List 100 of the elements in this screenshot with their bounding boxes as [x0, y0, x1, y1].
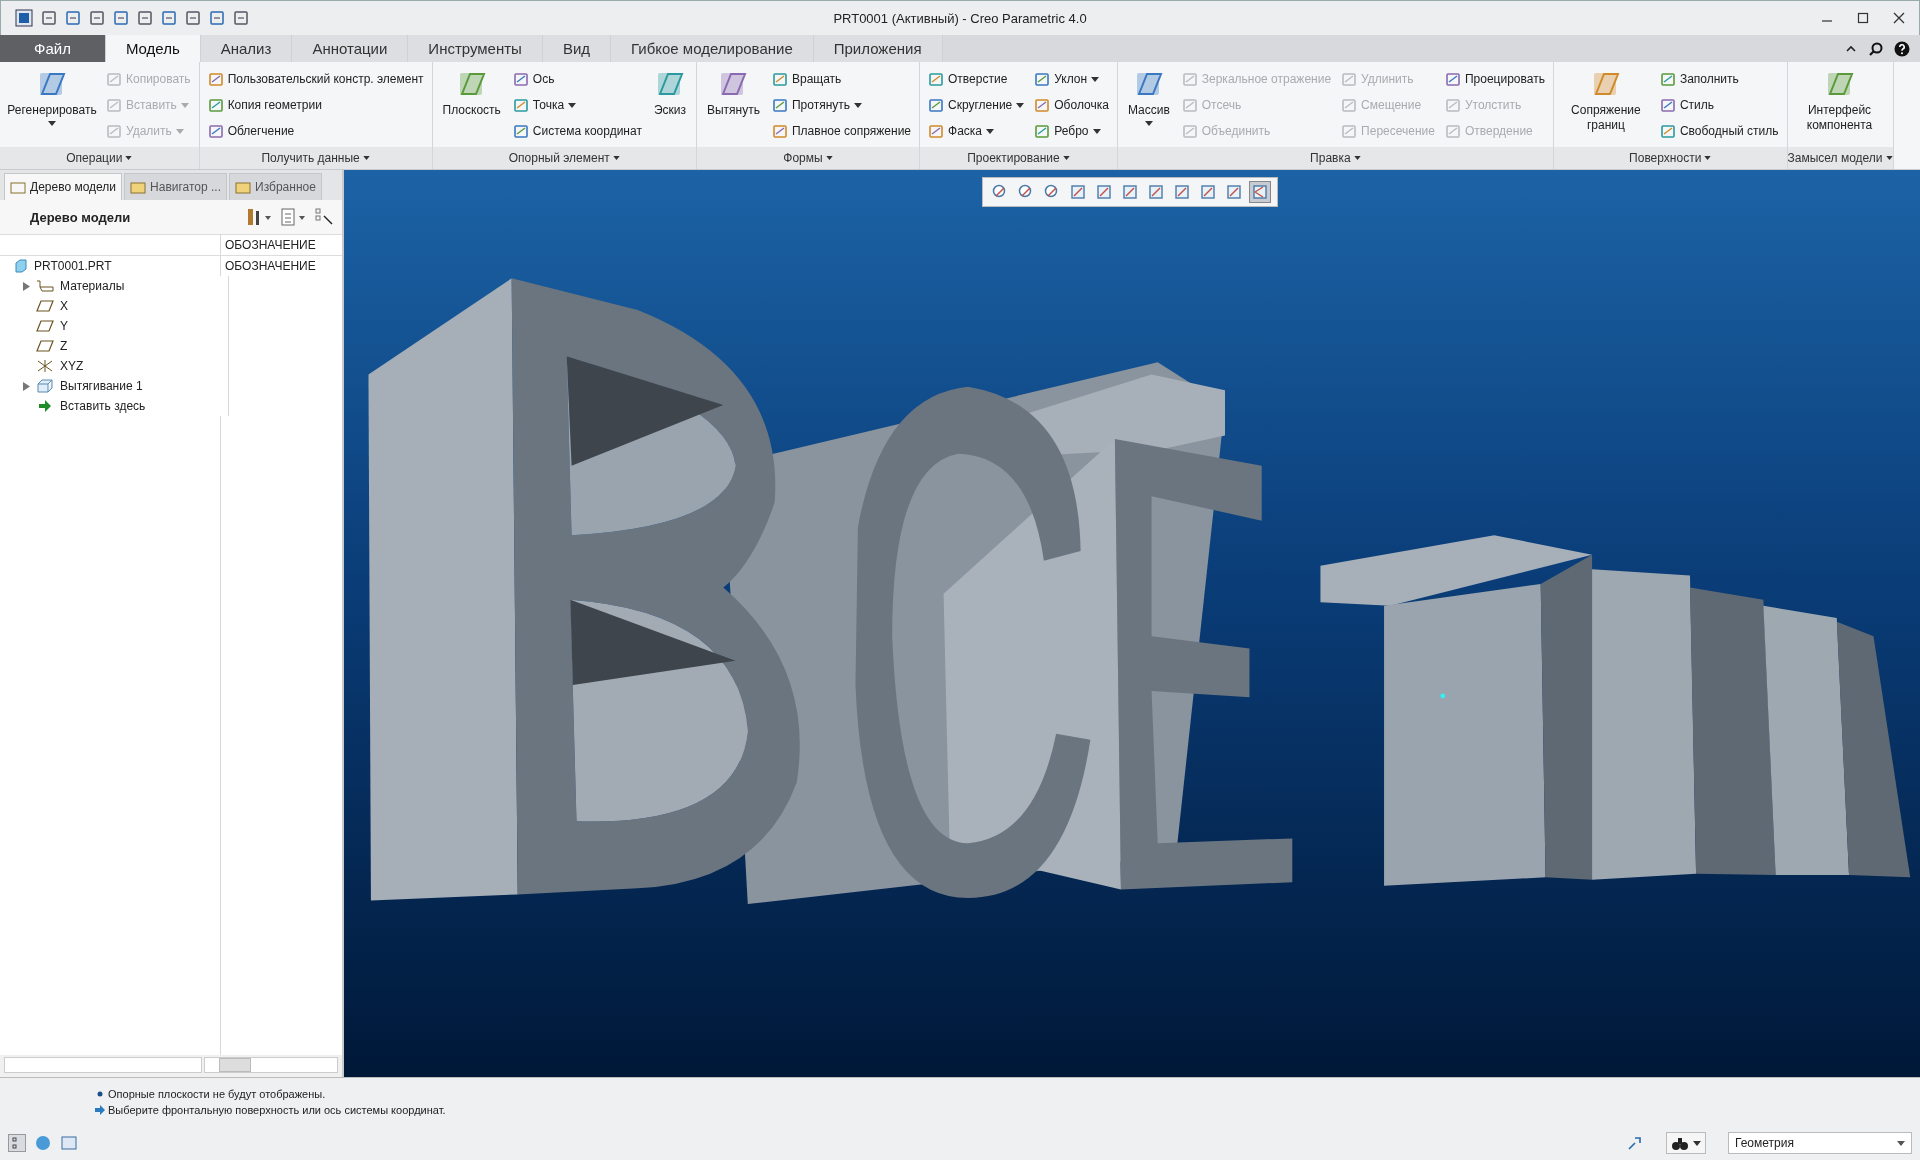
tree-item[interactable]: Y	[60, 319, 68, 333]
close-icon[interactable]	[1893, 12, 1905, 24]
tree-filter-icon[interactable]	[314, 208, 334, 226]
panel-tab[interactable]: Избранное	[229, 173, 322, 200]
caret-icon[interactable]	[1693, 1140, 1701, 1146]
ribbon-button[interactable]: Облегчение	[205, 118, 426, 144]
toolbar-icon[interactable]	[89, 10, 105, 26]
ribbon-tab[interactable]: Гибкое моделирование	[611, 35, 814, 62]
group-label[interactable]: Получить данные	[199, 147, 432, 169]
ribbon-tab[interactable]: Инструменты	[408, 35, 543, 62]
ribbon-button[interactable]: Плоскость	[438, 66, 505, 120]
caret-icon	[1144, 121, 1153, 126]
ribbon-tab[interactable]: Модель	[105, 35, 201, 62]
ribbon-button[interactable]: Интерфейс компонента	[1793, 66, 1886, 135]
binoculars-icon[interactable]	[1671, 1135, 1689, 1151]
tool-icon	[106, 123, 122, 139]
search-icon[interactable]	[1868, 40, 1884, 57]
ribbon-button[interactable]: Копия геометрии	[205, 92, 426, 118]
group-label[interactable]: Правка	[1117, 147, 1553, 169]
ribbon-button[interactable]: Массив	[1123, 66, 1174, 128]
tool-icon	[1444, 123, 1461, 139]
ribbon-tab[interactable]: Анализ	[200, 35, 293, 62]
tree-item[interactable]: Материалы	[60, 279, 125, 293]
ribbon-button[interactable]: Пользовательский констр. элемент	[205, 66, 426, 92]
ribbon-tab[interactable]: Приложения	[813, 35, 943, 62]
ribbon-button[interactable]: Скругление	[926, 92, 1027, 118]
caret-icon	[180, 102, 189, 108]
graphics-viewport[interactable]	[344, 170, 1920, 1077]
ribbon-tab[interactable]: Файл	[0, 35, 106, 62]
tool-icon	[771, 123, 788, 139]
tool-icon	[1034, 123, 1051, 139]
tree-item[interactable]: PRT0001.PRT	[34, 259, 112, 273]
group-label[interactable]: Проектирование	[920, 147, 1117, 169]
group-label[interactable]: Замысел модели	[1787, 147, 1893, 169]
group-label[interactable]: Формы	[696, 147, 919, 169]
tab-icon	[130, 179, 147, 195]
ribbon-button[interactable]: Свободный стиль	[1657, 118, 1781, 144]
toolbar-icon[interactable]	[113, 10, 129, 26]
scrollbar[interactable]	[204, 1057, 338, 1073]
tool-icon	[512, 123, 529, 139]
tree-toggle-icon[interactable]	[8, 1134, 26, 1152]
ribbon-button[interactable]: Оболочка	[1032, 92, 1111, 118]
maximize-icon[interactable]	[1857, 12, 1869, 24]
panel-tab[interactable]: Навигатор ...	[124, 173, 228, 200]
plane-icon	[36, 300, 54, 312]
tag-icon	[36, 280, 54, 292]
ribbon-tab[interactable]: Аннотации	[292, 35, 409, 62]
ribbon-button[interactable]: Ось	[510, 66, 644, 92]
caret-icon	[1897, 1140, 1905, 1146]
tree-item[interactable]: Z	[60, 339, 68, 353]
ribbon-button[interactable]: Точка	[510, 92, 644, 118]
list-icon[interactable]	[280, 208, 306, 226]
caret-icon	[1092, 128, 1101, 134]
ribbon-button[interactable]: Регенерировать	[6, 66, 98, 128]
ribbon-button[interactable]: Фаска	[926, 118, 1027, 144]
tree-item[interactable]: Вставить здесь	[60, 399, 146, 413]
tool-icon	[512, 97, 529, 113]
view-tool-icon[interactable]	[1249, 181, 1271, 203]
ribbon-button[interactable]: Стиль	[1657, 92, 1781, 118]
tools-icon[interactable]	[246, 208, 272, 226]
ribbon-button[interactable]: Заполнить	[1657, 66, 1781, 92]
filter-dropdown[interactable]: Геометрия	[1728, 1132, 1912, 1154]
toolbar-icon[interactable]	[233, 10, 249, 26]
scrollbar[interactable]	[4, 1057, 202, 1073]
group-label[interactable]: Поверхности	[1553, 147, 1787, 169]
tree-item[interactable]: X	[60, 299, 68, 313]
expand-icon[interactable]	[22, 381, 30, 391]
toolbar-icon[interactable]	[209, 10, 225, 26]
toolbar-icon[interactable]	[137, 10, 153, 26]
caret-icon	[1016, 102, 1025, 108]
toolbar-icon[interactable]	[161, 10, 177, 26]
group-label[interactable]: Опорный элемент	[432, 147, 696, 169]
help-icon[interactable]	[1894, 40, 1910, 57]
toolbar-icon[interactable]	[65, 10, 81, 26]
ribbon-button[interactable]: Сопряжение границ	[1559, 66, 1652, 135]
tree-item[interactable]: XYZ	[60, 359, 84, 373]
window-icon[interactable]	[60, 1134, 78, 1152]
ribbon-tab[interactable]: Вид	[542, 35, 612, 62]
ribbon-button[interactable]: Вытянуть	[702, 66, 764, 120]
group-label[interactable]: Операции	[0, 147, 199, 169]
panel-tab[interactable]: Дерево модели	[4, 173, 123, 200]
toolbar-icon[interactable]	[41, 10, 57, 26]
caret-icon	[1704, 156, 1712, 160]
ribbon-button[interactable]: Уклон	[1032, 66, 1111, 92]
ribbon-button[interactable]: Отверстие	[926, 66, 1027, 92]
app-icon[interactable]	[15, 9, 33, 27]
toolbar-icon[interactable]	[185, 10, 201, 26]
tree-item[interactable]: Вытягивание 1	[60, 379, 143, 393]
caret-icon	[1353, 156, 1361, 160]
expand-icon[interactable]	[22, 281, 30, 291]
ribbon-button[interactable]: Система координат	[510, 118, 644, 144]
ribbon-button[interactable]: Проецировать	[1442, 66, 1547, 92]
ribbon-button[interactable]: Протянуть	[769, 92, 913, 118]
caret-icon	[568, 102, 577, 108]
ribbon-button[interactable]: Эскиз	[649, 66, 690, 120]
ribbon-button[interactable]: Вращать	[769, 66, 913, 92]
ribbon-button[interactable]: Плавное сопряжение	[769, 118, 913, 144]
tool-icon	[1444, 97, 1461, 113]
caret-icon	[362, 156, 370, 160]
ribbon-button[interactable]: Ребро	[1032, 118, 1111, 144]
